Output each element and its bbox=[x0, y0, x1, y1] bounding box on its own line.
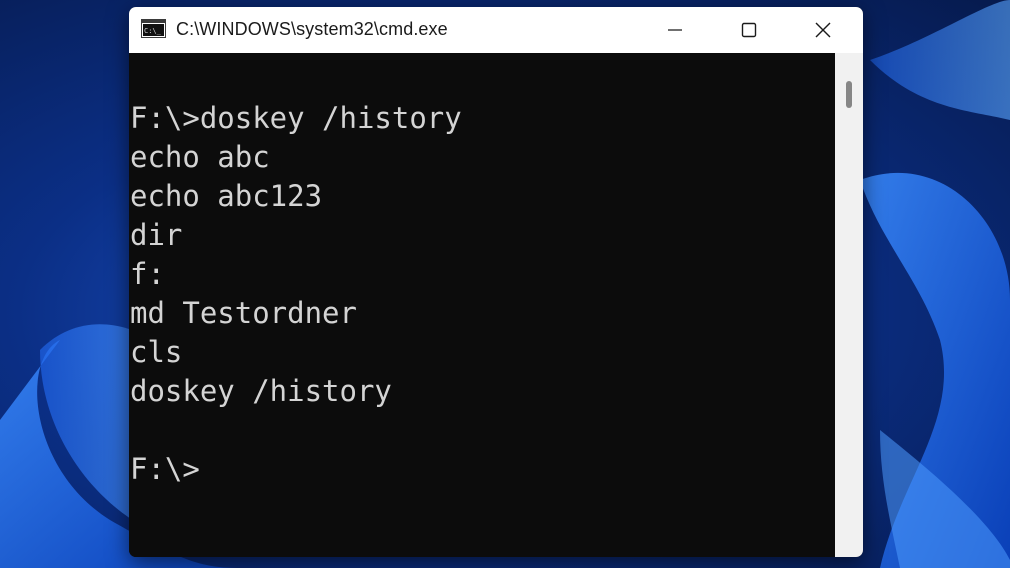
maximize-button[interactable] bbox=[712, 7, 786, 53]
title-bar[interactable]: C:\_ C:\WINDOWS\system32\cmd.exe bbox=[129, 7, 863, 53]
console-line: echo abc123 bbox=[130, 179, 323, 213]
window-title: C:\WINDOWS\system32\cmd.exe bbox=[176, 19, 448, 39]
cmd-app-icon: C:\_ bbox=[141, 19, 166, 38]
scrollbar-thumb[interactable] bbox=[846, 81, 852, 108]
close-button[interactable] bbox=[786, 7, 860, 53]
maximize-icon bbox=[741, 22, 757, 38]
vertical-scrollbar[interactable] bbox=[835, 53, 863, 557]
minimize-icon bbox=[668, 29, 682, 31]
console-line: F:\>doskey /history bbox=[130, 101, 462, 135]
console-output[interactable]: F:\>doskey /history echo abc echo abc123… bbox=[129, 53, 835, 557]
minimize-button[interactable] bbox=[638, 7, 712, 53]
close-icon bbox=[815, 22, 831, 38]
console-prompt[interactable]: F:\> bbox=[129, 450, 835, 489]
console-line: cls bbox=[130, 335, 183, 369]
console-line: f: bbox=[130, 257, 165, 291]
cmd-window[interactable]: C:\_ C:\WINDOWS\system32\cmd.exe F:\>dos… bbox=[129, 7, 863, 557]
console-line: dir bbox=[130, 218, 183, 252]
console-line: doskey /history bbox=[130, 374, 392, 408]
svg-text:C:\_: C:\_ bbox=[144, 27, 162, 35]
console-line: md Testordner bbox=[130, 296, 357, 330]
console-line: echo abc bbox=[130, 140, 270, 174]
